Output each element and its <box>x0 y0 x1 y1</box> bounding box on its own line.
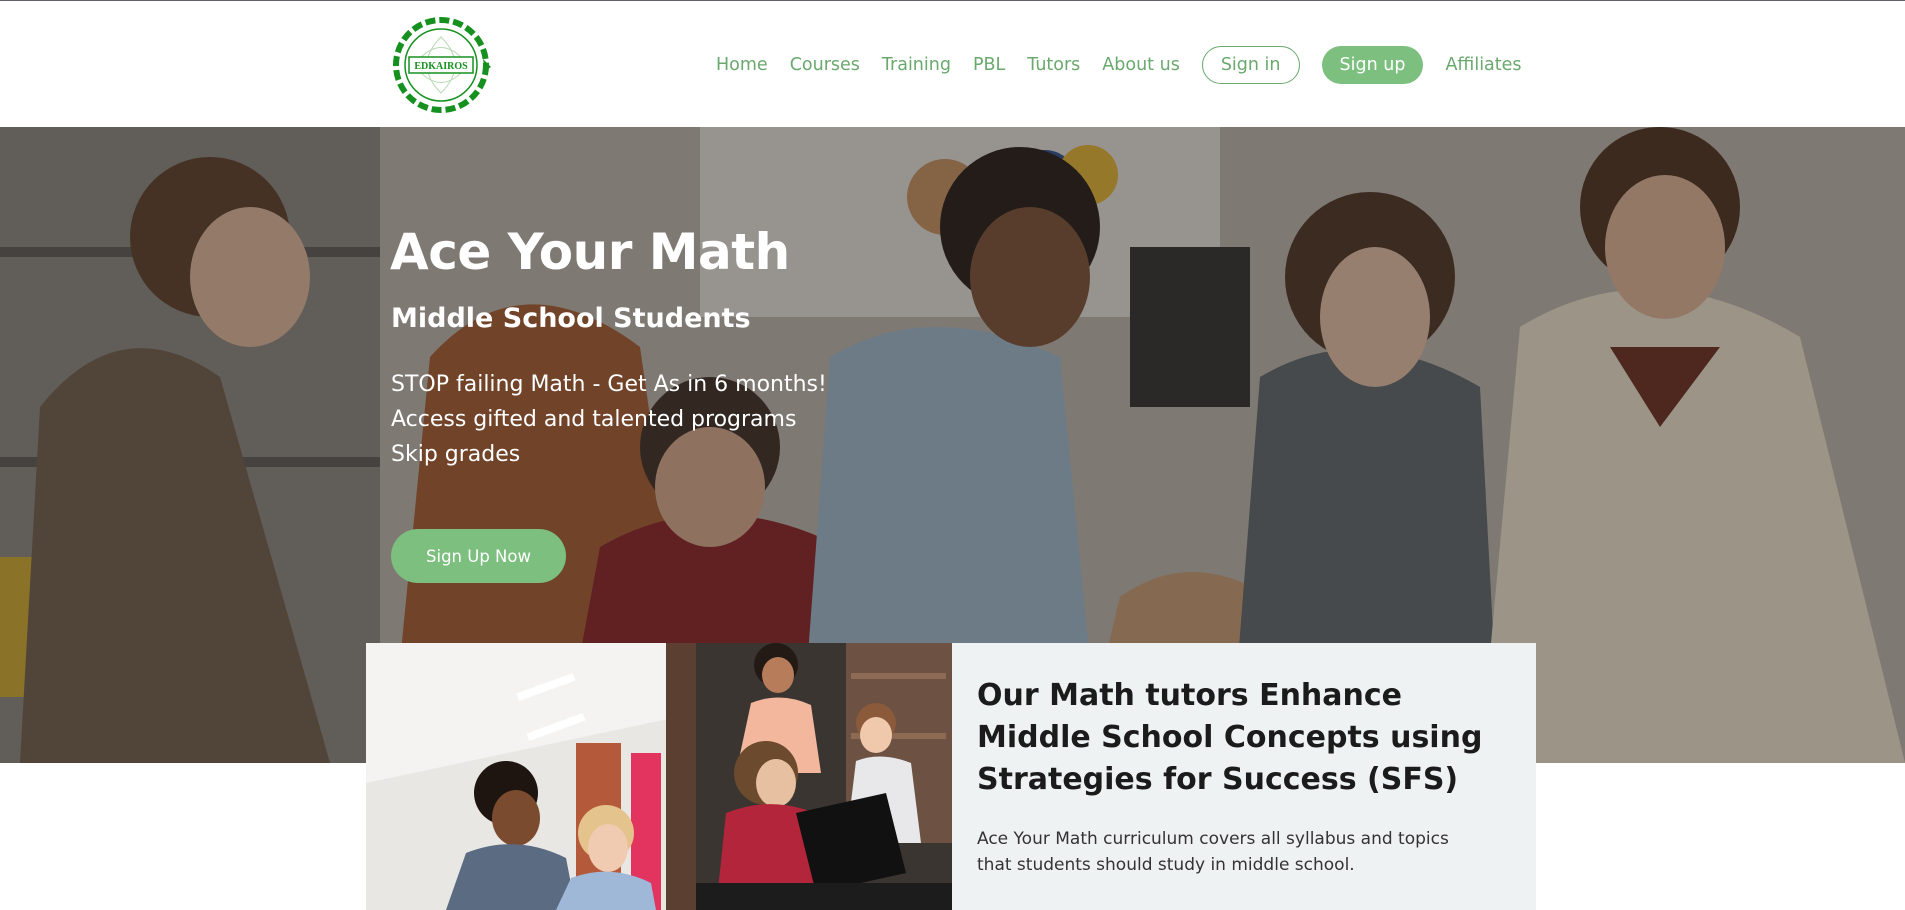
edkairos-logo[interactable]: EDKAIROS <box>389 15 493 115</box>
hero-subtitle: Middle School Students <box>391 303 751 334</box>
nav-pbl[interactable]: PBL <box>973 55 1005 75</box>
tutor-students-laptop-photo <box>696 643 952 910</box>
nav-about-us[interactable]: About us <box>1102 55 1180 75</box>
feature-title: Our Math tutors Enhance Middle School Co… <box>977 678 1483 797</box>
main-nav: Home Courses Training PBL Tutors About u… <box>716 45 1544 85</box>
nav-tutors[interactable]: Tutors <box>1027 55 1080 75</box>
feature-description: Ace Your Math curriculum covers all syll… <box>977 829 1449 875</box>
hero-benefit: Access gifted and talented programs <box>391 407 797 432</box>
feature-card: Our Math tutors Enhance Middle School Co… <box>952 643 1536 910</box>
nav-home[interactable]: Home <box>716 55 768 75</box>
hero-benefits-list: STOP failing Math - Get As in 6 months! … <box>391 367 827 472</box>
logo-text: EDKAIROS <box>414 61 468 72</box>
sign-up-now-button[interactable]: Sign Up Now <box>391 529 566 583</box>
feature-section: Our Math tutors Enhance Middle School Co… <box>366 643 1536 910</box>
students-hallway-photo <box>366 643 696 910</box>
sign-up-button[interactable]: Sign up <box>1321 46 1424 84</box>
sign-in-button[interactable]: Sign in <box>1201 46 1300 84</box>
nav-training[interactable]: Training <box>882 55 951 75</box>
hero-title: Ace Your Math <box>390 223 790 281</box>
hero-benefit: Skip grades <box>391 442 521 467</box>
nav-courses[interactable]: Courses <box>790 55 860 75</box>
nav-affiliates[interactable]: Affiliates <box>1445 55 1521 75</box>
hero-benefit: STOP failing Math - Get As in 6 months! <box>391 372 827 397</box>
site-header: EDKAIROS Home Courses Training PBL Tutor… <box>0 1 1905 127</box>
